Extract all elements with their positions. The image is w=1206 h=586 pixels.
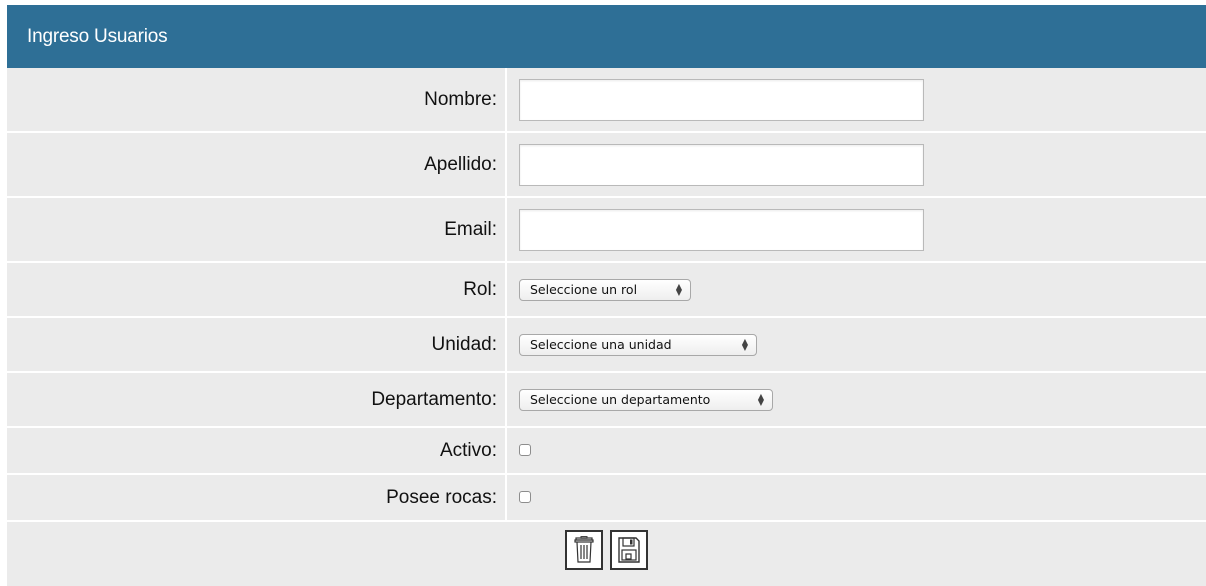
- apellido-label: Apellido:: [7, 132, 507, 198]
- apellido-input[interactable]: [519, 143, 924, 186]
- delete-button[interactable]: [565, 530, 604, 570]
- form-actions-row: [7, 521, 1206, 578]
- rol-select-value: Seleccione un rol: [530, 282, 638, 297]
- panel-header: Ingreso Usuarios: [7, 5, 1206, 68]
- form-row-nombre: Nombre:: [7, 68, 1206, 133]
- posee-rocas-label: Posee rocas:: [7, 474, 507, 522]
- form-row-unidad: Unidad: Seleccione una unidad ▲ ▼: [7, 317, 1206, 373]
- departamento-select[interactable]: Seleccione un departamento ▲ ▼: [519, 388, 773, 411]
- email-input[interactable]: [519, 208, 924, 251]
- form-row-activo: Activo:: [7, 427, 1206, 475]
- unidad-label: Unidad:: [7, 317, 507, 373]
- form-row-posee-rocas: Posee rocas:: [7, 474, 1206, 522]
- departamento-select-value: Seleccione un departamento: [530, 392, 711, 407]
- departamento-label: Departamento:: [7, 372, 507, 428]
- select-arrows-icon: ▲ ▼: [741, 336, 748, 352]
- activo-label: Activo:: [7, 427, 507, 475]
- nombre-label: Nombre:: [7, 68, 507, 133]
- unidad-select-value: Seleccione una unidad: [530, 337, 672, 352]
- user-form: Nombre: Apellido: Email: Rol: Seleccione…: [7, 68, 1206, 578]
- form-row-email: Email:: [7, 197, 1206, 263]
- rol-select[interactable]: Seleccione un rol ▲ ▼: [519, 278, 691, 301]
- form-row-apellido: Apellido:: [7, 132, 1206, 198]
- nombre-input[interactable]: [519, 78, 924, 121]
- trash-icon: [574, 536, 594, 563]
- posee-rocas-checkbox[interactable]: [519, 491, 531, 504]
- email-label: Email:: [7, 197, 507, 263]
- save-button[interactable]: [609, 530, 648, 570]
- rol-label: Rol:: [7, 262, 507, 318]
- user-entry-panel: Ingreso Usuarios Nombre: Apellido: Email…: [7, 5, 1206, 586]
- form-row-departamento: Departamento: Seleccione un departamento…: [7, 372, 1206, 428]
- floppy-disk-icon: [618, 537, 640, 563]
- select-arrows-icon: ▲ ▼: [757, 391, 764, 407]
- form-row-rol: Rol: Seleccione un rol ▲ ▼: [7, 262, 1206, 318]
- activo-checkbox[interactable]: [519, 444, 531, 457]
- select-arrows-icon: ▲ ▼: [675, 281, 682, 297]
- unidad-select[interactable]: Seleccione una unidad ▲ ▼: [519, 333, 757, 356]
- panel-title: Ingreso Usuarios: [27, 25, 168, 47]
